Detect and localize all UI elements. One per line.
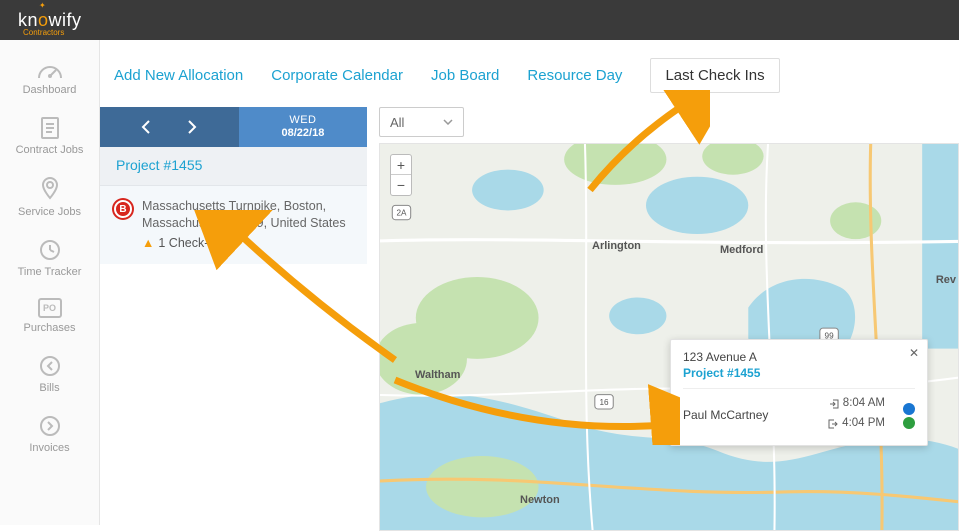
map-label-newton: Newton [520, 494, 560, 506]
checkin-popup: ✕ 123 Avenue A Project #1455 Paul McCart… [670, 339, 928, 446]
logo-subtext: Contractors [23, 28, 64, 37]
warning-icon: ▲ [142, 236, 154, 250]
left-sidebar: Dashboard Contract Jobs Service Jobs Tim… [0, 40, 100, 525]
filter-select[interactable]: All [379, 107, 464, 137]
map-label-arlington: Arlington [592, 240, 641, 252]
popup-address: 123 Avenue A [683, 350, 915, 364]
tab-job-board[interactable]: Job Board [431, 67, 499, 84]
popup-time-out: 4:04 PM [842, 415, 885, 432]
map-zoom-control: + − [390, 154, 412, 196]
sidebar-label: Contract Jobs [0, 144, 99, 156]
map-label-medford: Medford [720, 244, 763, 256]
map-label-rev: Rev [936, 274, 956, 286]
logout-icon [828, 419, 838, 429]
gauge-icon [37, 60, 63, 80]
project-address: Massachusetts Turnpike, Boston, Massachu… [142, 198, 353, 232]
sidebar-item-service-jobs[interactable]: Service Jobs [0, 168, 99, 228]
sidebar-item-invoices[interactable]: Invoices [0, 406, 99, 464]
popup-time-in: 8:04 AM [843, 395, 885, 412]
sidebar-item-time-tracker[interactable]: Time Tracker [0, 230, 99, 288]
checkin-count: 1 Check-in [158, 236, 218, 250]
top-bar: knowify Contractors [0, 0, 959, 40]
popup-close-icon[interactable]: ✕ [909, 346, 919, 360]
tab-corporate-calendar[interactable]: Corporate Calendar [271, 67, 403, 84]
tab-last-check-ins[interactable]: Last Check Ins [650, 58, 779, 93]
project-header[interactable]: Project #1455 [100, 147, 367, 186]
filter-value: All [390, 115, 404, 130]
sidebar-label: Time Tracker [0, 266, 99, 278]
day-of-week: WED [289, 114, 316, 127]
current-date-display[interactable]: WED 08/22/18 [239, 107, 367, 147]
popup-person: Paul McCartney [683, 408, 768, 422]
sidebar-label: Bills [0, 382, 99, 394]
map-container[interactable]: 16 99 2A Arlington Medford Waltham Newto… [379, 143, 959, 531]
tab-resource-day[interactable]: Resource Day [527, 67, 622, 84]
chevron-left-icon[interactable] [141, 120, 151, 134]
zoom-in-button[interactable]: + [391, 155, 411, 175]
sidebar-item-bills[interactable]: Bills [0, 346, 99, 404]
project-title-link[interactable]: Project #1455 [116, 157, 202, 173]
project-card[interactable]: B Massachusetts Turnpike, Boston, Massac… [100, 186, 367, 264]
login-icon [829, 399, 839, 409]
sidebar-label: Service Jobs [0, 206, 99, 218]
sidebar-label: Dashboard [0, 84, 99, 96]
status-dot-green [903, 417, 915, 429]
sidebar-item-dashboard[interactable]: Dashboard [0, 52, 99, 106]
project-pin-badge: B [114, 200, 132, 218]
zoom-out-button[interactable]: − [391, 175, 411, 195]
date-navigator: WED 08/22/18 [100, 107, 367, 147]
map-canvas[interactable]: 16 99 2A [380, 144, 958, 531]
po-icon: PO [38, 298, 62, 318]
map-label-waltham: Waltham [415, 369, 460, 381]
sidebar-label: Invoices [0, 442, 99, 454]
document-icon [39, 116, 61, 140]
chevron-right-icon[interactable] [187, 120, 197, 134]
status-dot-blue [903, 403, 915, 415]
sidebar-label: Purchases [0, 322, 99, 334]
date-value: 08/22/18 [282, 127, 325, 140]
clock-icon [38, 238, 62, 262]
sidebar-item-contract-jobs[interactable]: Contract Jobs [0, 108, 99, 166]
tab-add-allocation[interactable]: Add New Allocation [114, 67, 243, 84]
sidebar-item-purchases[interactable]: PO Purchases [0, 290, 99, 344]
arrow-right-circle-icon [38, 414, 62, 438]
chevron-down-icon [443, 119, 453, 125]
arrow-left-circle-icon [38, 354, 62, 378]
popup-project-link[interactable]: Project #1455 [683, 366, 915, 380]
secondary-tabs: Add New Allocation Corporate Calendar Jo… [100, 40, 959, 107]
svg-text:16: 16 [599, 398, 609, 407]
svg-text:2A: 2A [396, 209, 407, 218]
pin-icon [39, 176, 61, 202]
